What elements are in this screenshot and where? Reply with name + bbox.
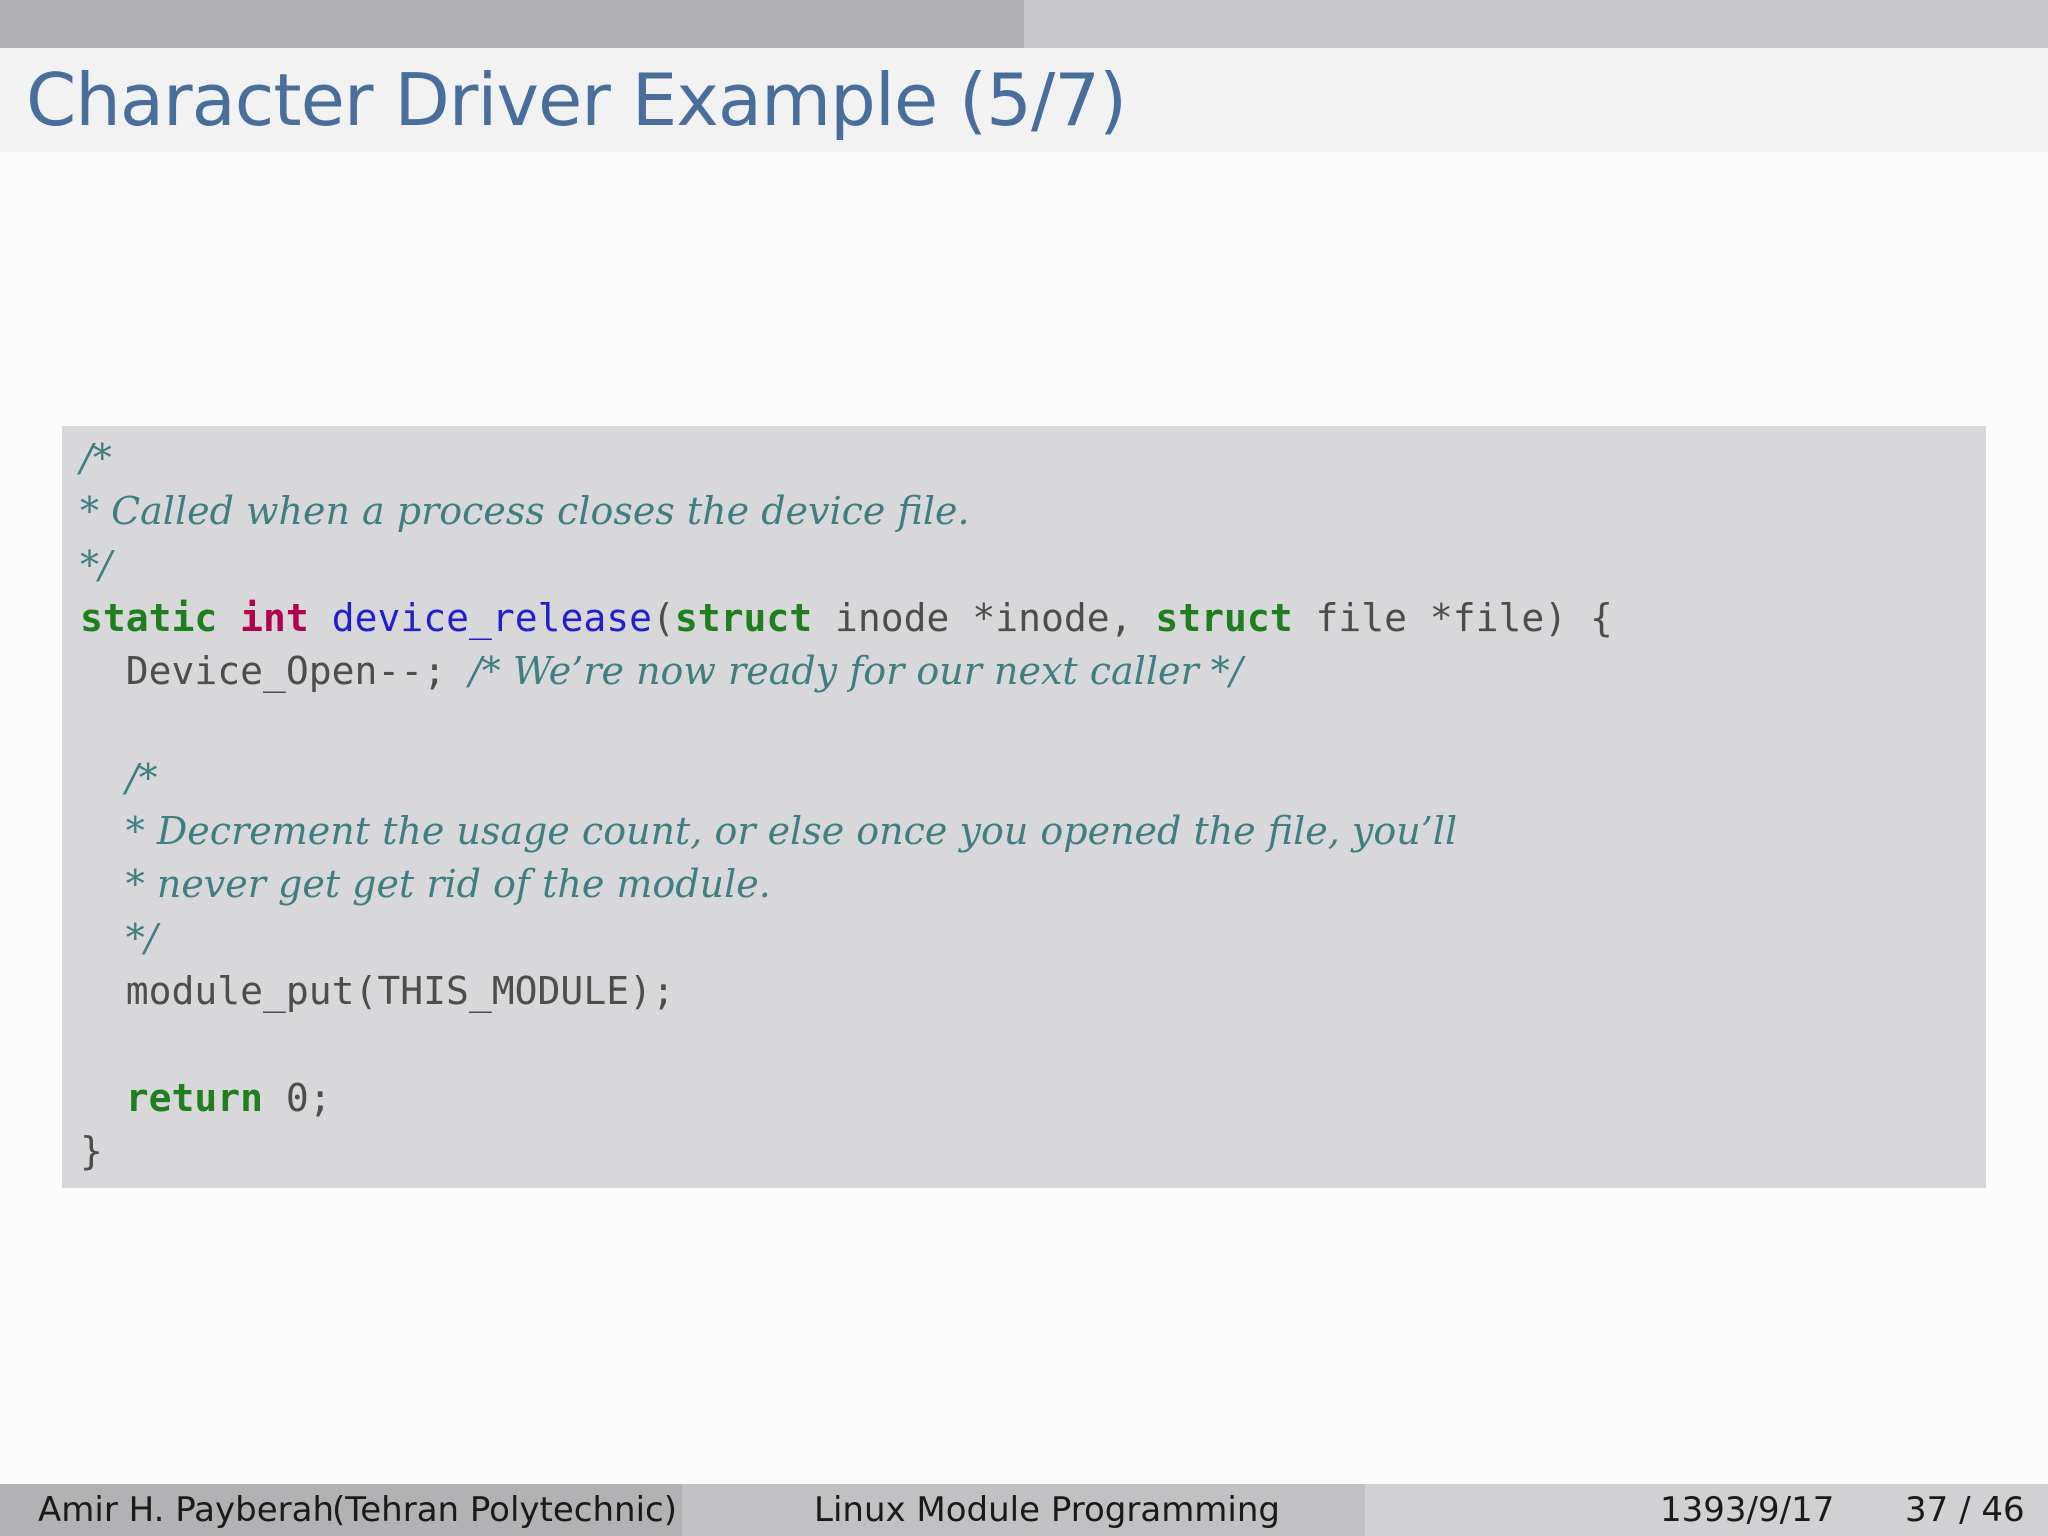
code-text: module_put(THIS_MODULE);	[80, 968, 675, 1013]
code-listing: /* * Called when a process closes the dev…	[80, 432, 1613, 1178]
footer: Amir H. Payberah (Tehran Polytechnic) Li…	[0, 1484, 2048, 1536]
code-comment: */	[125, 915, 158, 960]
code-type: int	[240, 595, 309, 640]
code-keyword: static	[80, 595, 218, 640]
code-text: Device_Open--;	[80, 649, 469, 694]
code-line: */	[80, 539, 1613, 592]
code-line: * Called when a process closes the devic…	[80, 485, 1613, 538]
code-line: }	[80, 1125, 1613, 1178]
code-text: 0;	[263, 1075, 332, 1120]
code-text: inode *inode,	[812, 595, 1156, 640]
code-comment: * Called when a process closes the devic…	[80, 489, 970, 534]
slide-progress-bar	[0, 0, 2048, 48]
code-comment: /*	[125, 755, 158, 800]
code-text: file *file) {	[1292, 595, 1613, 640]
code-line: return 0;	[80, 1072, 1613, 1125]
footer-author: Amir H. Payberah	[38, 1490, 334, 1530]
footer-date: 1393/9/17	[1660, 1490, 1835, 1530]
slide-title: Character Driver Example (5/7)	[26, 58, 1127, 142]
code-line: Device_Open--; /* We’re now ready for ou…	[80, 645, 1613, 698]
footer-page-number: 37 / 46	[1905, 1490, 2025, 1530]
code-comment: /* We’re now ready for our next caller *…	[468, 649, 1243, 694]
code-keyword: return	[125, 1075, 264, 1120]
code-line: */	[80, 912, 1613, 965]
code-line: /*	[80, 752, 1613, 805]
code-comment: * Decrement the usage count, or else onc…	[125, 809, 1458, 854]
code-comment: */	[80, 542, 112, 587]
code-line: module_put(THIS_MODULE);	[80, 965, 1613, 1018]
code-line: /*	[80, 432, 1613, 485]
code-line: * Decrement the usage count, or else onc…	[80, 805, 1613, 858]
code-keyword: struct	[674, 595, 813, 640]
code-comment: /*	[80, 436, 112, 480]
code-text: (	[652, 595, 675, 640]
code-function-name: device_release	[331, 595, 652, 640]
footer-date-section: 1393/9/17 37 / 46	[1365, 1484, 2048, 1536]
footer-author-section: Amir H. Payberah (Tehran Polytechnic)	[0, 1484, 682, 1536]
footer-course: Linux Module Programming	[814, 1490, 1281, 1530]
code-comment: * never get get rid of the module.	[125, 862, 771, 907]
code-line: static int device_release(struct inode *…	[80, 592, 1613, 645]
code-line: * never get get rid of the module.	[80, 858, 1613, 911]
code-text: }	[80, 1128, 103, 1173]
code-keyword: struct	[1155, 595, 1293, 640]
slide-progress-fill	[0, 0, 1024, 48]
footer-title-section: Linux Module Programming	[682, 1484, 1365, 1536]
footer-institution: (Tehran Polytechnic)	[332, 1490, 677, 1530]
